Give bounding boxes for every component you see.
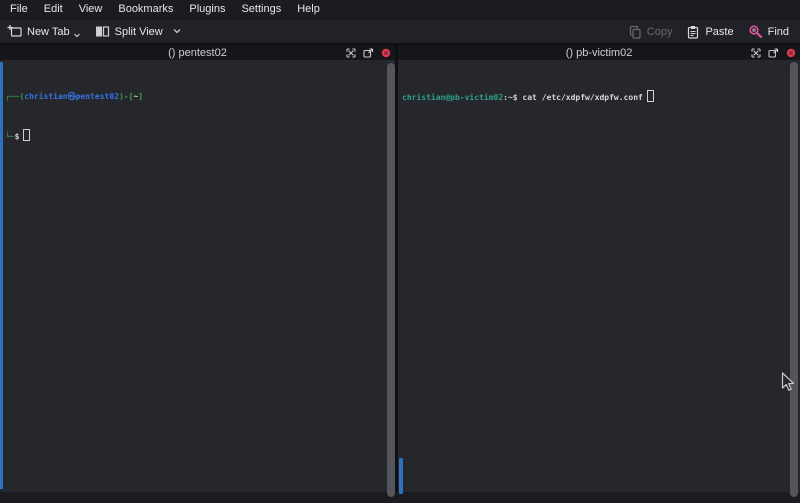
menu-view[interactable]: View <box>71 0 111 19</box>
prompt-line-1: ┌──(christian㉿pentest02)-[~] <box>5 90 395 103</box>
find-label: Find <box>768 26 789 38</box>
right-pane-header[interactable]: () pb-victim02 <box>398 45 800 60</box>
paste-icon <box>686 25 700 39</box>
toolbar-right-group: Copy Paste Find <box>621 20 800 44</box>
copy-label: Copy <box>647 26 673 38</box>
active-pane-focus-line <box>0 62 3 489</box>
maximize-pane-icon[interactable] <box>346 48 356 58</box>
left-pane-header-icons <box>346 45 391 60</box>
left-pane-header[interactable]: () pentest02 <box>0 45 395 60</box>
menu-bar: File Edit View Bookmarks Plugins Setting… <box>0 0 800 19</box>
close-pane-button[interactable] <box>381 48 391 58</box>
detach-pane-icon[interactable] <box>363 48 374 58</box>
pane-headers-row: () pentest02 () pb <box>0 44 800 60</box>
menu-plugins[interactable]: Plugins <box>181 0 233 19</box>
split-view-button[interactable]: Split View <box>88 20 189 44</box>
detach-pane-icon[interactable] <box>768 48 779 58</box>
close-pane-button[interactable] <box>786 48 796 58</box>
right-pane-title: () pb-victim02 <box>566 47 633 59</box>
toolbar: New Tab Split View Copy <box>0 20 800 44</box>
left-pane-title: () pentest02 <box>168 47 227 59</box>
command-text: cat /etc/xdpfw/xdpfw.conf <box>522 93 642 102</box>
terminal-cursor <box>23 129 30 141</box>
right-pane-header-icons <box>751 45 796 60</box>
left-pane-scrollbar[interactable] <box>387 63 395 497</box>
find-button[interactable]: Find <box>741 20 796 44</box>
terminal-output-left: ┌──(christian㉿pentest02)-[~] └─$ <box>0 60 395 169</box>
menu-file[interactable]: File <box>2 0 36 19</box>
prompt-line: christian@pb-victim02:~$ cat /etc/xdpfw/… <box>402 90 800 104</box>
split-view-icon <box>95 24 110 39</box>
menu-help[interactable]: Help <box>289 0 328 19</box>
copy-icon <box>628 25 642 39</box>
menu-edit[interactable]: Edit <box>36 0 71 19</box>
maximize-pane-icon[interactable] <box>751 48 761 58</box>
menu-settings[interactable]: Settings <box>233 0 289 19</box>
paste-label: Paste <box>705 26 733 38</box>
paste-button[interactable]: Paste <box>679 20 740 44</box>
right-pane-focus-indicator <box>399 458 403 494</box>
terminal-output-right: christian@pb-victim02:~$ cat /etc/xdpfw/… <box>398 60 800 130</box>
new-tab-button[interactable]: New Tab <box>0 20 88 44</box>
mouse-pointer-icon <box>781 372 796 393</box>
prompt-line-2: └─$ <box>5 129 395 143</box>
right-pane-scrollbar[interactable] <box>790 62 798 497</box>
find-icon <box>748 24 763 39</box>
new-tab-label: New Tab <box>27 26 70 38</box>
split-view-chevron-icon <box>172 28 182 35</box>
copy-button[interactable]: Copy <box>621 20 680 44</box>
new-tab-dropdown-caret[interactable] <box>73 33 81 39</box>
new-tab-icon <box>7 24 22 39</box>
menu-bookmarks[interactable]: Bookmarks <box>110 0 181 19</box>
terminal-cursor <box>647 90 654 102</box>
split-view-label: Split View <box>115 26 163 38</box>
terminal-pane-pb-victim02[interactable]: christian@pb-victim02:~$ cat /etc/xdpfw/… <box>398 60 800 492</box>
terminal-pane-pentest02[interactable]: ┌──(christian㉿pentest02)-[~] └─$ <box>0 60 395 492</box>
